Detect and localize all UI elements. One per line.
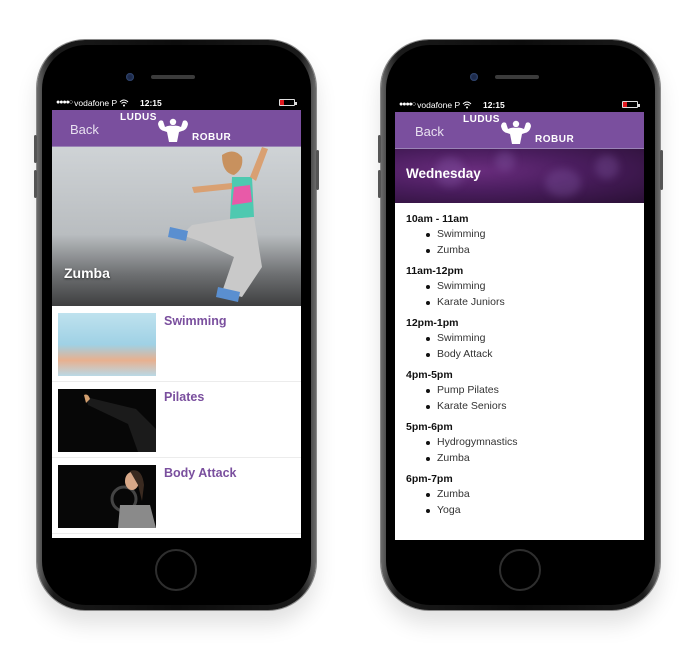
volume-button: [34, 170, 37, 198]
back-button[interactable]: Back: [70, 122, 99, 137]
phone-left: ●●●●○ vodafone P 12:15 Back LUDUS ROBUR: [34, 40, 319, 610]
wifi-icon: [119, 99, 129, 106]
slot-class: Hydrogymnastics: [426, 435, 633, 451]
time-slot: 10am - 11am Swimming Zumba: [406, 213, 633, 258]
slot-time: 5pm-6pm: [406, 421, 453, 433]
slot-time: 4pm-5pm: [406, 369, 453, 381]
slot-class: Swimming: [426, 279, 633, 295]
screen-class-list: ●●●●○ vodafone P 12:15 Back LUDUS ROBUR: [52, 95, 301, 538]
time-slot: 6pm-7pm Zumba Yoga: [406, 473, 633, 518]
signal-icon: ●●●●○: [399, 101, 416, 108]
home-button[interactable]: [499, 549, 541, 591]
slot-time: 11am-12pm: [406, 265, 464, 277]
status-bar: ●●●●○ vodafone P 12:15: [395, 97, 644, 112]
camera-icon: [126, 73, 134, 81]
time-slot: 11am-12pm Swimming Karate Juniors: [406, 265, 633, 310]
time-slot: 4pm-5pm Pump Pilates Karate Seniors: [406, 369, 633, 414]
slot-class: Yoga: [426, 503, 633, 519]
body-attack-photo: [58, 465, 156, 528]
nav-bar: Back LUDUS ROBUR: [395, 112, 644, 149]
logo-text-robur: ROBUR: [535, 134, 575, 145]
back-button[interactable]: Back: [415, 124, 444, 139]
camera-icon: [470, 73, 478, 81]
volume-button: [378, 170, 381, 198]
slot-class: Swimming: [426, 331, 633, 347]
speaker-grille: [495, 75, 539, 79]
slot-time: 12pm-1pm: [406, 317, 459, 329]
slot-time: 6pm-7pm: [406, 473, 453, 485]
class-name: Pilates: [164, 390, 205, 404]
swimming-photo: [58, 313, 156, 376]
logo-text-ludus: LUDUS: [120, 112, 157, 123]
class-list-item[interactable]: Pilates: [52, 382, 301, 458]
schedule-list: 10am - 11am Swimming Zumba 11am-12pm Swim…: [395, 203, 644, 518]
strongman-icon: [501, 120, 531, 144]
phone-right: ●●●●○ vodafone P 12:15 Back LUDUS ROBUR: [378, 40, 663, 610]
app-logo: LUDUS ROBUR: [116, 112, 231, 146]
strongman-icon: [158, 118, 188, 142]
signal-icon: ●●●●○: [56, 99, 73, 106]
status-time: 12:15: [483, 99, 505, 110]
slot-class: Zumba: [426, 451, 633, 467]
volume-button: [378, 135, 381, 163]
power-button: [660, 150, 663, 190]
hero-class-title: Zumba: [64, 265, 110, 281]
slot-class: Zumba: [426, 487, 633, 503]
slot-class: Zumba: [426, 243, 633, 259]
app-logo: LUDUS ROBUR: [459, 114, 574, 148]
slot-class: Karate Seniors: [426, 399, 633, 415]
status-time: 12:15: [140, 97, 162, 108]
pilates-photo: [58, 389, 156, 452]
wifi-icon: [462, 101, 472, 108]
carrier-name: vodafone P: [417, 99, 461, 110]
nav-bar: Back LUDUS ROBUR: [52, 110, 301, 147]
status-bar: ●●●●○ vodafone P 12:15: [52, 95, 301, 110]
slot-class: Pump Pilates: [426, 383, 633, 399]
home-button[interactable]: [155, 549, 197, 591]
zumba-dancer-photo: [168, 147, 268, 302]
slot-time: 10am - 11am: [406, 213, 469, 225]
volume-button: [34, 135, 37, 163]
logo-text-robur: ROBUR: [192, 132, 232, 143]
time-slot: 5pm-6pm Hydrogymnastics Zumba: [406, 421, 633, 466]
battery-low-icon: [279, 99, 297, 106]
class-name: Swimming: [164, 314, 227, 328]
featured-class-hero[interactable]: Zumba: [52, 147, 301, 306]
time-slot: 12pm-1pm Swimming Body Attack: [406, 317, 633, 362]
background-bokeh: [495, 151, 515, 171]
background-bokeh: [545, 169, 581, 197]
background-bokeh: [595, 155, 619, 179]
class-list-item[interactable]: Swimming: [52, 306, 301, 382]
speaker-grille: [151, 75, 195, 79]
day-header: Wednesday: [395, 149, 644, 203]
class-list-item[interactable]: Body Attack: [52, 458, 301, 534]
day-title: Wednesday: [406, 166, 481, 181]
logo-text-ludus: LUDUS: [463, 114, 500, 125]
class-name: Body Attack: [164, 466, 237, 480]
battery-low-icon: [622, 101, 640, 108]
power-button: [316, 150, 319, 190]
slot-class: Karate Juniors: [426, 295, 633, 311]
carrier-name: vodafone P: [74, 97, 118, 108]
slot-class: Body Attack: [426, 347, 633, 363]
screen-schedule: ●●●●○ vodafone P 12:15 Back LUDUS ROBUR: [395, 97, 644, 540]
slot-class: Swimming: [426, 227, 633, 243]
